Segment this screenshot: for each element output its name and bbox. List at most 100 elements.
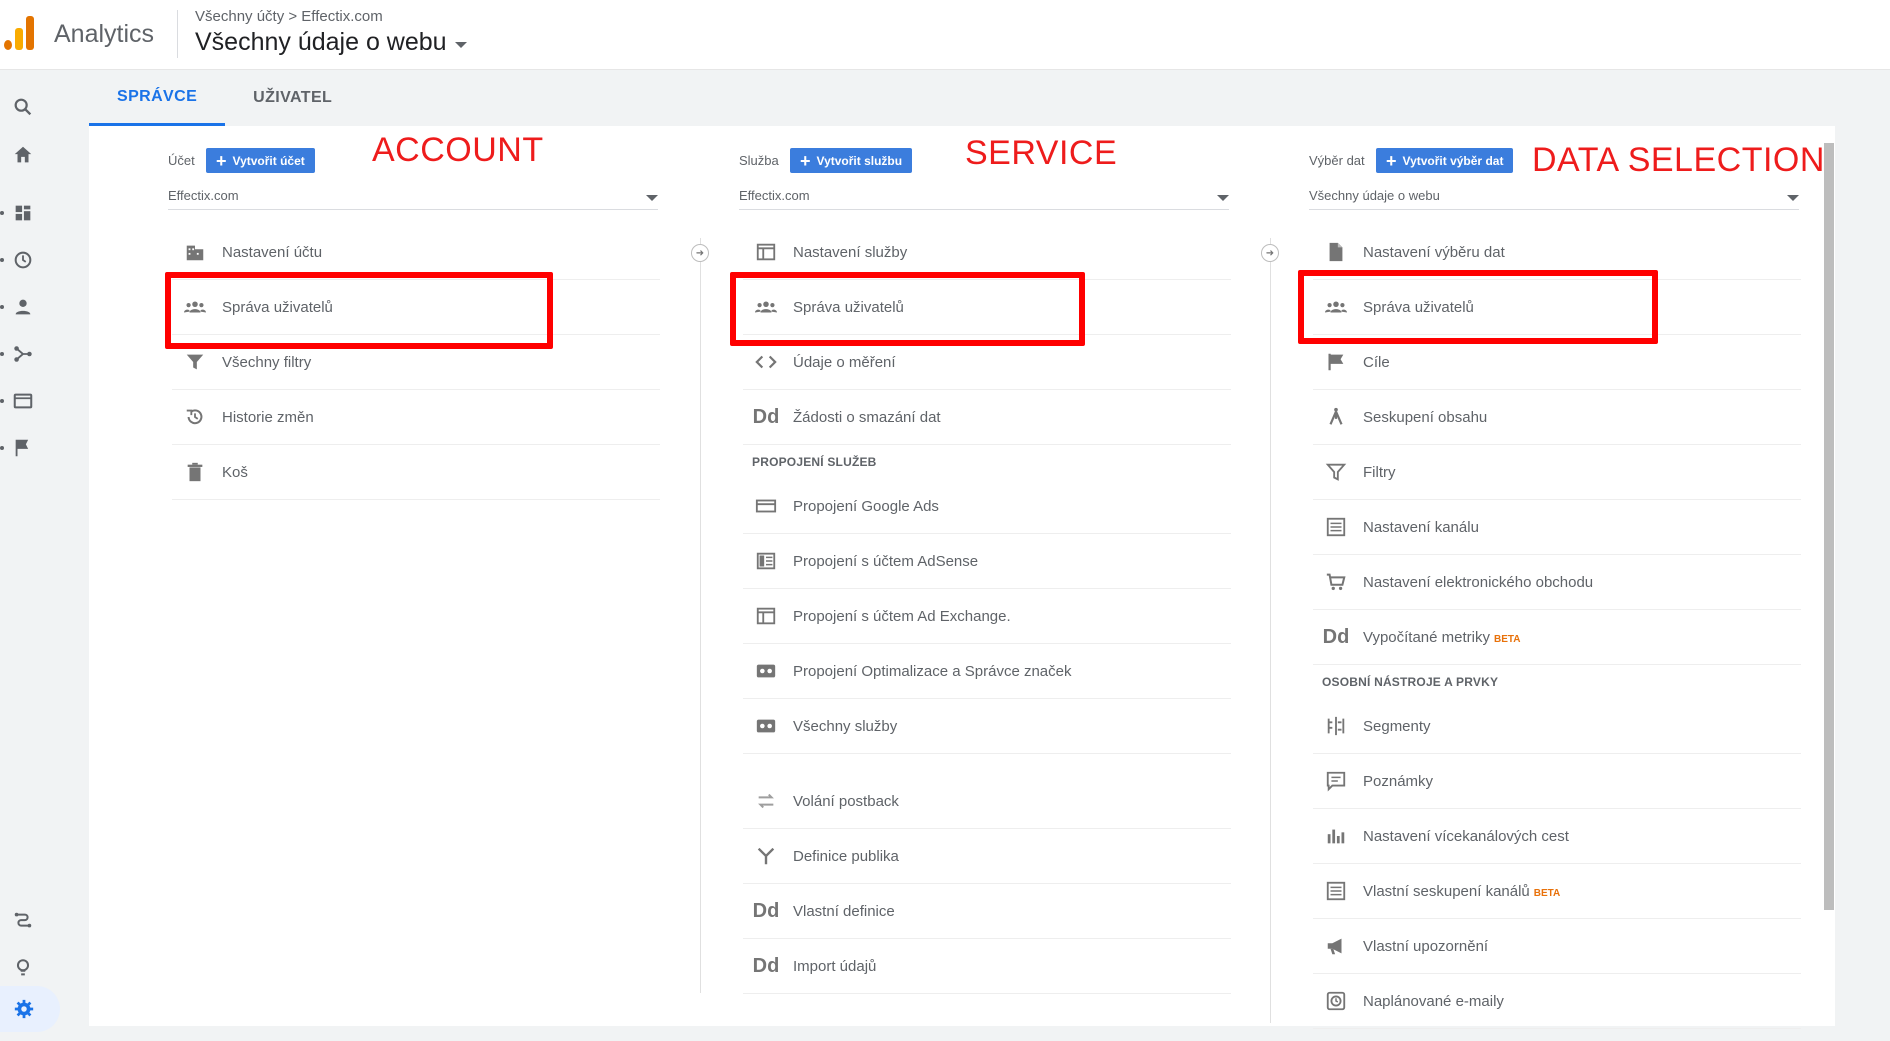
view-selector-value: Všechny údaje o webu [1309,188,1440,203]
bar-chart-icon [1321,825,1351,847]
channel-settings-item[interactable]: Nastavení kanálu [1313,500,1801,555]
cart-icon [1321,571,1351,593]
calculated-metrics-item[interactable]: Dd Vypočítané metriky BETA [1313,610,1801,665]
view-menu: Nastavení výběru dat Správa uživatelů Cí… [1313,225,1801,1029]
ad-exchange-link-item[interactable]: Propojení s účtem Ad Exchange. [743,589,1231,644]
window-icon [751,241,781,263]
caret-down-icon [454,41,467,48]
filter-icon [1321,461,1351,483]
view-label: Výběr dat [1309,153,1365,168]
custom-alerts-item[interactable]: Vlastní upozornění [1313,919,1801,974]
postbacks-item[interactable]: Volání postback [743,774,1231,829]
view-user-management-highlight [1298,270,1658,344]
beta-badge: BETA [1533,887,1561,899]
person-icon[interactable] [10,294,36,320]
megaphone-icon [1321,935,1351,957]
caret-down-icon [1217,194,1229,201]
flag-icon [1321,351,1351,373]
account-annotation: ACCOUNT [372,131,544,169]
acquisition-icon[interactable] [10,341,36,367]
plus-icon: + [800,150,811,171]
dd-icon: Dd [1322,625,1350,648]
all-products-item[interactable]: Všechny služby [743,699,1231,754]
optimize-link-item[interactable]: Propojení Optimalizace a Správce značek [743,644,1231,699]
segments-item[interactable]: Segmenty [1313,699,1801,754]
building-icon [180,241,210,263]
analytics-logo-icon[interactable] [4,14,36,50]
comment-icon [1321,770,1351,792]
account-picker-value: Effectix.com [168,188,239,203]
account-trash-item[interactable]: Koš [172,445,660,500]
column-divider [1270,238,1271,1023]
dd-icon: Dd [752,954,780,977]
window-icon [751,605,781,627]
segments-icon [1321,715,1351,737]
create-view-label: Vytvořit výběr dat [1402,153,1504,168]
arrow-right-icon: ➜ [691,244,709,262]
create-property-label: Vytvořit službu [816,153,903,168]
channel-icon [1321,516,1351,538]
arrow-right-icon: ➜ [1261,244,1279,262]
top-bar: Analytics Všechny účty > Effectix.com Vš… [0,0,1890,70]
account-history-item[interactable]: Historie změn [172,390,660,445]
tab-admin[interactable]: SPRÁVCE [89,70,226,126]
ecommerce-settings-item[interactable]: Nastavení elektronického obchodu [1313,555,1801,610]
create-property-button[interactable]: + Vytvořit službu [790,148,913,173]
caret-down-icon [646,194,658,201]
create-view-button[interactable]: + Vytvořit výběr dat [1376,148,1514,173]
scrollbar[interactable] [1824,143,1834,910]
create-account-button[interactable]: + Vytvořit účet [206,148,315,173]
filter-icon [180,351,210,373]
create-account-label: Vytvořit účet [232,153,305,168]
attribution-icon[interactable] [10,908,36,934]
account-picker[interactable]: Effectix.com [168,182,658,210]
custom-definitions-item[interactable]: Dd Vlastní definice [743,884,1231,939]
data-deletion-item[interactable]: Dd Žádosti o smazání dat [743,390,1231,445]
search-icon[interactable] [10,94,36,120]
account-label: Účet [168,153,195,168]
scheduled-emails-item[interactable]: Naplánované e-maily [1313,974,1801,1029]
optimize-icon [751,660,781,682]
flag-icon[interactable] [10,435,36,461]
account-user-management-highlight [165,272,553,349]
product-linking-section: PROPOJENÍ SLUŽEB [752,455,877,469]
content-grouping-item[interactable]: Seskupení obsahu [1313,390,1801,445]
customization-icon[interactable] [10,200,36,226]
document-icon [1321,241,1351,263]
service-annotation: SERVICE [965,134,1118,172]
tab-user[interactable]: UŽIVATEL [225,70,360,126]
dd-icon: Dd [752,405,780,428]
behavior-icon[interactable] [10,388,36,414]
left-nav [0,70,60,1041]
view-picker[interactable]: Všechny údaje o webu [195,28,467,57]
property-picker-value: Effectix.com [739,188,810,203]
data-selection-annotation: DATA SELECTION [1532,141,1825,179]
content-group-icon [1321,406,1351,428]
custom-channel-grouping-item[interactable]: Vlastní seskupení kanálů BETA [1313,864,1801,919]
annotations-item[interactable]: Poznámky [1313,754,1801,809]
view-filters-item[interactable]: Filtry [1313,445,1801,500]
caret-down-icon [1787,194,1799,201]
multi-channel-settings-item[interactable]: Nastavení vícekanálových cest [1313,809,1801,864]
property-user-management-highlight [730,272,1085,346]
plus-icon: + [216,150,227,171]
view-picker-label: Všechny údaje o webu [195,28,447,56]
property-label: Služba [739,153,779,168]
data-import-item[interactable]: Dd Import údajů [743,939,1231,994]
home-icon[interactable] [10,142,36,168]
beta-badge: BETA [1494,633,1521,645]
google-ads-link-item[interactable]: Propojení Google Ads [743,479,1231,534]
personal-tools-section: OSOBNÍ NÁSTROJE A PRVKY [1322,675,1499,689]
lightbulb-icon[interactable] [10,955,36,981]
admin-tabs: SPRÁVCE UŽIVATEL [89,70,360,126]
admin-nav-active[interactable] [0,986,60,1032]
property-picker[interactable]: Effectix.com [739,182,1229,210]
clock-icon[interactable] [10,247,36,273]
audience-definitions-item[interactable]: Definice publika [743,829,1231,884]
schedule-icon [1321,990,1351,1012]
audience-icon [751,845,781,867]
adsense-link-item[interactable]: Propojení s účtem AdSense [743,534,1231,589]
breadcrumb[interactable]: Všechny účty > Effectix.com [195,8,383,25]
view-selector[interactable]: Všechny údaje o webu [1309,182,1799,210]
gear-icon[interactable] [11,996,37,1022]
